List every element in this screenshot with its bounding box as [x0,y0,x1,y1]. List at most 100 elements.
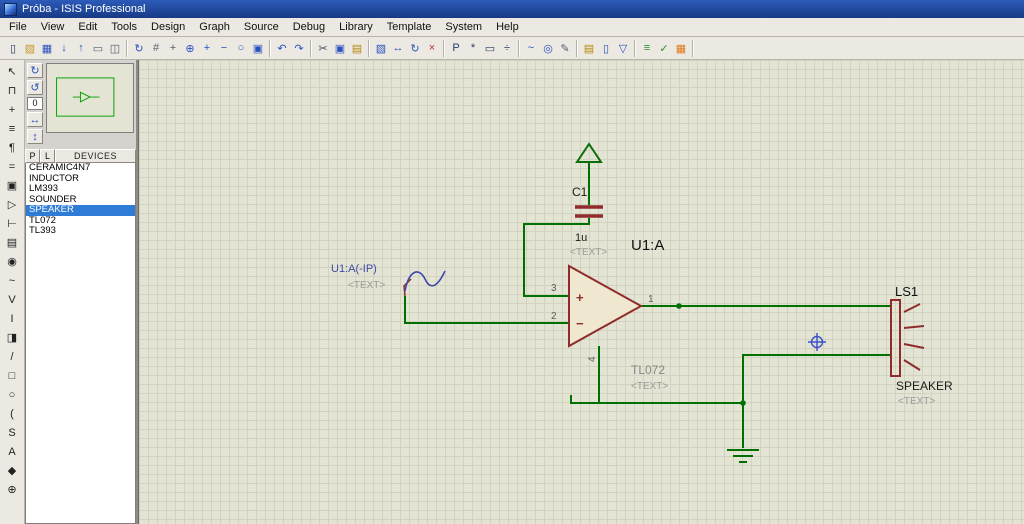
minimap-viewport[interactable] [56,77,115,117]
pick-parts-icon[interactable]: P [448,40,464,57]
line-2d-tool[interactable]: / [2,347,23,366]
overview-minimap[interactable] [46,63,134,133]
zoom-all-icon[interactable]: ○ [233,40,249,57]
text-script-tool[interactable]: ¶ [2,138,23,157]
text-2d-tool[interactable]: A [2,442,23,461]
design-explorer-icon[interactable]: ▤ [581,40,597,57]
bill-of-materials-icon[interactable]: ≡ [639,40,655,57]
ground-symbol[interactable] [727,449,759,463]
capacitor-c1[interactable] [575,205,603,218]
zoom-in-icon[interactable]: + [199,40,215,57]
circle-2d-tool[interactable]: ○ [2,385,23,404]
rotation-angle-field[interactable]: 0 [27,97,43,110]
menu-template[interactable]: Template [380,19,439,35]
redraw-icon[interactable]: ↻ [131,40,147,57]
symbol-2d-tool[interactable]: ◆ [2,461,23,480]
paste-icon[interactable]: ▤ [349,40,365,57]
wire-inverting-input[interactable] [404,296,569,324]
decompose-icon[interactable]: ÷ [499,40,515,57]
wire-autorouter-icon[interactable]: ~ [523,40,539,57]
menu-library[interactable]: Library [332,19,380,35]
wire-label-tool[interactable]: ≡ [2,119,23,138]
menu-system[interactable]: System [438,19,489,35]
device-item-ceramic4n7[interactable]: CERAMIC4N7 [26,163,135,174]
device-pin-tool[interactable]: ⊢ [2,214,23,233]
make-device-icon[interactable]: * [465,40,481,57]
overview-area: ↻ ↺ 0 ↔ ↕ [25,60,136,145]
cut-icon[interactable]: ✂ [315,40,331,57]
toolbar-group: ↶ ↷ [271,39,311,57]
pick-devices-button[interactable]: P [25,149,40,163]
opamp-u1a[interactable] [568,264,644,348]
arc-2d-tool[interactable]: ( [2,404,23,423]
menu-source[interactable]: Source [237,19,286,35]
opamp-ref-label: U1:A [631,237,664,254]
redo-icon[interactable]: ↷ [291,40,307,57]
center-at-cursor-icon[interactable]: ⊕ [182,40,198,57]
menu-debug[interactable]: Debug [286,19,332,35]
speaker-ls1[interactable] [890,299,925,377]
save-design-icon[interactable]: ▦ [39,40,55,57]
mirror-vertical-icon[interactable]: ↕ [27,129,43,144]
undo-icon[interactable]: ↶ [274,40,290,57]
input-sine-annotation[interactable] [403,270,446,297]
current-probe-tool[interactable]: I [2,309,23,328]
schematic-canvas[interactable]: C1 1u <TEXT> + − 3 2 1 4 U1:A TL072 <TEX… [138,60,1024,524]
move-block-icon[interactable]: ↔ [390,40,406,57]
mark-output-area-icon[interactable]: ◫ [107,40,123,57]
redraw-icon[interactable]: ↻ [27,63,43,78]
new-design-icon[interactable]: ▯ [5,40,21,57]
delete-block-icon[interactable]: × [424,40,440,57]
netlist-to-ares-icon[interactable]: ▦ [673,40,689,57]
device-item-lm393[interactable]: LM393 [26,183,135,195]
path-2d-tool[interactable]: S [2,423,23,442]
electrical-rules-check-icon[interactable]: ✓ [656,40,672,57]
print-icon[interactable]: ▭ [90,40,106,57]
menu-design[interactable]: Design [144,19,192,35]
opamp-minus-sign: − [576,316,584,331]
copy-icon[interactable]: ▣ [332,40,348,57]
remove-sheet-icon[interactable]: ▽ [615,40,631,57]
device-item-speaker[interactable]: SPEAKER [26,204,135,216]
wire-ground-return[interactable] [570,354,891,404]
subcircuit-tool[interactable]: ▣ [2,176,23,195]
new-sheet-icon[interactable]: ▯ [598,40,614,57]
false-origin-icon[interactable]: + [165,40,181,57]
toggle-grid-icon[interactable]: # [148,40,164,57]
device-item-tl393[interactable]: TL393 [26,225,135,237]
open-design-icon[interactable]: ▨ [22,40,38,57]
virtual-instruments-tool[interactable]: ◨ [2,328,23,347]
junction-dot-tool[interactable]: + [2,100,23,119]
menu-bar: File View Edit Tools Design Graph Source Debug L… [0,18,1024,37]
library-button[interactable]: L [40,149,55,163]
zoom-area-icon[interactable]: ▣ [250,40,266,57]
rotate-block-icon[interactable]: ↻ [407,40,423,57]
selection-tool[interactable]: ↖ [2,62,23,81]
packaging-tool-icon[interactable]: ▭ [482,40,498,57]
search-tag-icon[interactable]: ◎ [540,40,556,57]
menu-file[interactable]: File [2,19,34,35]
menu-help[interactable]: Help [489,19,526,35]
property-assignment-icon[interactable]: ✎ [557,40,573,57]
mode-toolbar: ↖ ⊓ + ≡ ¶ = ▣ ▷ ⊢ ▤ ◉ ~ V I ◨ / □ ○(S A ◆ ⊕ [0,60,25,524]
generator-tool[interactable]: ~ [2,271,23,290]
component-tool[interactable]: ⊓ [2,81,23,100]
voltage-probe-tool[interactable]: V [2,290,23,309]
export-section-icon[interactable]: ↑ [73,40,89,57]
copy-block-icon[interactable]: ▧ [373,40,389,57]
rotate-ccw-icon[interactable]: ↺ [27,80,43,95]
menu-tools[interactable]: Tools [104,19,144,35]
tape-recorder-tool[interactable]: ◉ [2,252,23,271]
mirror-horizontal-icon[interactable]: ↔ [27,112,43,127]
graph-tool[interactable]: ▤ [2,233,23,252]
marker-2d-tool[interactable]: ⊕ [2,480,23,499]
menu-edit[interactable]: Edit [71,19,104,35]
origin-marker [808,333,826,351]
box-2d-tool[interactable]: □ [2,366,23,385]
menu-graph[interactable]: Graph [192,19,237,35]
bus-tool[interactable]: = [2,157,23,176]
menu-view[interactable]: View [34,19,72,35]
import-section-icon[interactable]: ↓ [56,40,72,57]
terminal-tool[interactable]: ▷ [2,195,23,214]
zoom-out-icon[interactable]: − [216,40,232,57]
